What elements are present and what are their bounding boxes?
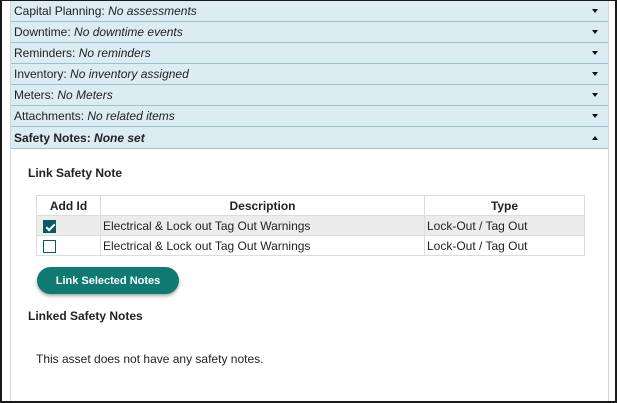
- accordion-downtime[interactable]: Downtime: No downtime events: [11, 22, 608, 43]
- asset-details-panel: Capital Planning: No assessments Downtim…: [10, 1, 609, 401]
- safety-notes-table: Add Id Description Type Electrical & Loc…: [36, 195, 585, 256]
- accordion-label: Attachments: No related items: [14, 109, 175, 123]
- column-header-description: Description: [100, 195, 425, 216]
- accordion-label: Downtime: No downtime events: [14, 25, 183, 39]
- accordion-reminders[interactable]: Reminders: No reminders: [11, 43, 608, 64]
- link-selected-notes-button[interactable]: Link Selected Notes: [37, 267, 179, 294]
- accordion-meters[interactable]: Meters: No Meters: [11, 85, 608, 106]
- type-cell: Lock-Out / Tag Out: [424, 215, 585, 236]
- table-row[interactable]: Electrical & Lock out Tag Out Warnings L…: [36, 235, 585, 256]
- accordion-label: Capital Planning: No assessments: [14, 4, 197, 18]
- chevron-down-icon[interactable]: [592, 93, 598, 97]
- add-note-checkbox[interactable]: [43, 239, 56, 253]
- chevron-down-icon[interactable]: [592, 114, 598, 118]
- link-safety-note-title: Link Safety Note: [28, 166, 123, 180]
- column-header-type: Type: [424, 195, 585, 216]
- checkbox-cell: [36, 215, 101, 236]
- chevron-down-icon[interactable]: [592, 9, 598, 13]
- window-frame: Capital Planning: No assessments Downtim…: [0, 0, 617, 403]
- accordion-capital-planning[interactable]: Capital Planning: No assessments: [11, 1, 608, 22]
- accordion-label: Reminders: No reminders: [14, 46, 151, 60]
- accordion-inventory[interactable]: Inventory: No inventory assigned: [11, 64, 608, 85]
- linked-safety-notes-title: Linked Safety Notes: [28, 309, 143, 323]
- chevron-down-icon[interactable]: [592, 30, 598, 34]
- accordion-label: Inventory: No inventory assigned: [14, 67, 189, 81]
- checkbox-cell: [36, 235, 101, 256]
- description-cell: Electrical & Lock out Tag Out Warnings: [100, 215, 425, 236]
- empty-safety-notes-message: This asset does not have any safety note…: [36, 352, 264, 366]
- description-cell: Electrical & Lock out Tag Out Warnings: [100, 235, 425, 256]
- accordion-label: Meters: No Meters: [14, 88, 113, 102]
- accordion-safety-notes[interactable]: Safety Notes: None set: [11, 127, 608, 149]
- type-cell: Lock-Out / Tag Out: [424, 235, 585, 256]
- accordion-attachments[interactable]: Attachments: No related items: [11, 106, 608, 127]
- add-note-checkbox[interactable]: [43, 219, 56, 233]
- table-row[interactable]: Electrical & Lock out Tag Out Warnings L…: [36, 215, 585, 236]
- accordion-label: Safety Notes: None set: [14, 130, 145, 145]
- chevron-down-icon[interactable]: [592, 72, 598, 76]
- column-header-add-id: Add Id: [36, 195, 101, 216]
- table-header-row: Add Id Description Type: [36, 195, 585, 216]
- chevron-down-icon[interactable]: [592, 51, 598, 55]
- chevron-up-icon[interactable]: [592, 135, 598, 140]
